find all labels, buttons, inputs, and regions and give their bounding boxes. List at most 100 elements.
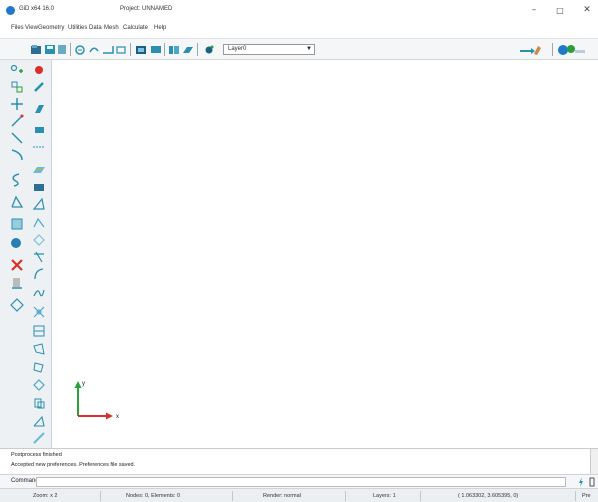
status-separator: [420, 491, 421, 501]
diamond-icon[interactable]: [32, 233, 46, 247]
preprocess-arrow-icon[interactable]: [519, 44, 541, 55]
save-icon[interactable]: [44, 44, 56, 55]
message-line: Postprocess finished: [11, 452, 62, 458]
sweep-icon[interactable]: [32, 215, 46, 229]
title-bar: GiD x64 16.0 Project: UNNAMED – □ ✕: [0, 0, 598, 20]
menu-files[interactable]: Files: [11, 25, 24, 31]
planar-surface-icon[interactable]: [32, 102, 46, 116]
nodes-elements-status: Nodes: 0, Elements: 0: [126, 493, 181, 499]
menu-utilities[interactable]: Utilities: [68, 25, 87, 31]
move-point-icon[interactable]: [10, 97, 24, 111]
close-button[interactable]: ✕: [578, 4, 596, 17]
left-toolbar: [0, 60, 52, 448]
layers-status: Layers: 1: [373, 493, 396, 499]
status-separator: [345, 491, 346, 501]
line-segment-icon[interactable]: [10, 131, 24, 145]
x-axis-label: x: [116, 414, 119, 420]
project-title: Project: UNNAMED: [120, 6, 173, 12]
lightning-icon[interactable]: [578, 477, 584, 487]
spline-icon[interactable]: [32, 286, 46, 300]
axis-triad: y x: [74, 381, 119, 420]
create-arc-icon[interactable]: [10, 148, 24, 162]
mesh-structured-icon[interactable]: [32, 324, 46, 338]
list-entities-icon[interactable]: [10, 276, 24, 290]
create-line-icon[interactable]: [10, 114, 24, 128]
copy-icon[interactable]: [32, 396, 46, 410]
menu-bar: Files View Geometry Utilities Data Mesh …: [0, 22, 598, 36]
command-input[interactable]: [36, 477, 566, 487]
toolbar-separator: [164, 43, 165, 56]
layer-select[interactable]: Layer0 ▼: [223, 44, 315, 55]
distance-icon[interactable]: [10, 298, 24, 312]
delete-icon[interactable]: [10, 258, 24, 272]
menu-mesh[interactable]: Mesh: [104, 25, 119, 31]
render-icon[interactable]: [135, 44, 147, 55]
create-surface-icon[interactable]: [10, 217, 24, 231]
menu-data[interactable]: Data: [89, 25, 102, 31]
status-bar: Zoom: x 2 Nodes: 0, Elements: 0 Render: …: [0, 488, 598, 502]
minimize-button[interactable]: –: [525, 4, 543, 17]
pan-icon[interactable]: [102, 44, 114, 55]
mesh-refine-icon[interactable]: [32, 378, 46, 392]
menu-calculate[interactable]: Calculate: [123, 25, 148, 31]
zoom-frame-icon[interactable]: [115, 44, 127, 55]
surface-view-icon[interactable]: [182, 44, 194, 55]
status-separator: [100, 491, 101, 501]
status-separator: [575, 491, 576, 501]
intersect-icon[interactable]: [32, 250, 46, 264]
coordinates-status: ( 1.063302, 3.605395, 0): [458, 493, 519, 499]
folder-icon[interactable]: [32, 180, 46, 194]
mesh-view-icon[interactable]: [168, 44, 180, 55]
graphics-canvas[interactable]: y x: [52, 60, 598, 448]
toolbar-separator: [197, 43, 198, 56]
expand-icon[interactable]: [589, 477, 595, 487]
zoom-status: Zoom: x 2: [33, 493, 58, 499]
command-bar: Command:: [0, 474, 598, 488]
split-line-icon[interactable]: [32, 140, 46, 154]
x-axis-arrow: [106, 412, 113, 420]
toolbar-separator: [130, 43, 131, 56]
y-axis-arrow: [74, 381, 82, 388]
zoom-in-icon[interactable]: [74, 44, 86, 55]
point-view-icon[interactable]: [203, 44, 215, 55]
toolbar-separator: [552, 43, 553, 56]
render-status: Render: normal: [263, 493, 301, 499]
rectangle-icon[interactable]: [32, 122, 46, 136]
extrude-surface-icon[interactable]: [32, 162, 46, 176]
curve-icon[interactable]: [32, 267, 46, 281]
contact-volume-icon[interactable]: [32, 197, 46, 211]
gid-logo-icon: [6, 6, 15, 15]
rotate-icon[interactable]: [88, 44, 100, 55]
menu-view[interactable]: View: [25, 25, 38, 31]
create-volume-icon[interactable]: [10, 235, 24, 249]
measure-icon[interactable]: [32, 414, 46, 428]
status-separator: [232, 491, 233, 501]
save-as-icon[interactable]: [56, 44, 68, 55]
message-line: Accepted new preferences. Preferences fi…: [11, 462, 136, 468]
pencil-icon[interactable]: [32, 80, 46, 94]
toolbar-separator: [70, 43, 71, 56]
ruler-icon[interactable]: [32, 431, 46, 445]
mesh-quadratic-icon[interactable]: [32, 360, 46, 374]
mesh-unstructured-icon[interactable]: [32, 342, 46, 356]
maximize-button[interactable]: □: [551, 4, 569, 17]
create-point-icon[interactable]: [10, 63, 24, 77]
menu-geometry[interactable]: Geometry: [38, 25, 64, 31]
create-nurbs-icon[interactable]: [10, 173, 24, 187]
create-node-icon[interactable]: [10, 80, 24, 94]
message-panel: Postprocess finished Accepted new prefer…: [0, 448, 598, 475]
color-icon[interactable]: [32, 63, 46, 77]
layer-select-value: Layer0: [228, 46, 247, 52]
new-file-icon[interactable]: [30, 44, 42, 55]
main-toolbar: Layer0 ▼: [0, 38, 598, 60]
message-scrollbar[interactable]: [590, 449, 598, 475]
app-title: GiD x64 16.0: [19, 6, 55, 12]
create-polyline-icon[interactable]: [10, 195, 24, 209]
postprocess-icon[interactable]: [557, 44, 587, 55]
layer-icon[interactable]: [150, 44, 162, 55]
chevron-down-icon: ▼: [306, 46, 312, 52]
menu-help[interactable]: Help: [154, 25, 166, 31]
scissors-icon[interactable]: [32, 305, 46, 319]
mode-status[interactable]: Pre: [582, 493, 591, 499]
y-axis-label: y: [82, 381, 85, 387]
